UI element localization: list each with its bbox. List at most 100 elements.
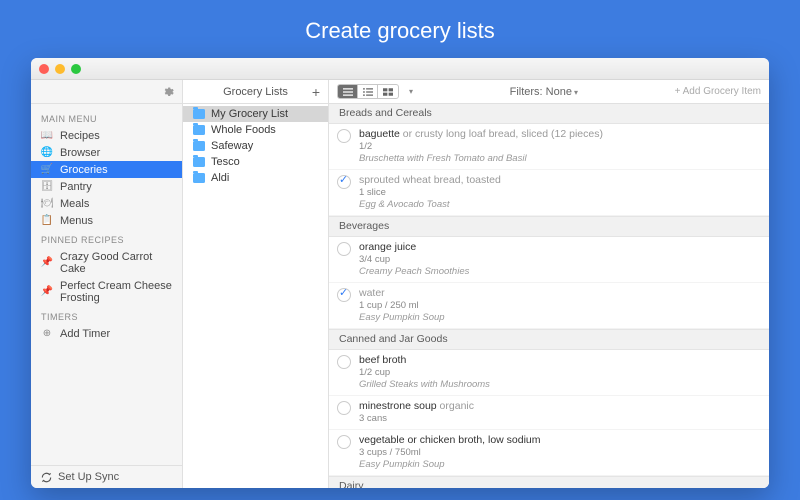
grocery-item-quantity: 1 slice (359, 187, 759, 199)
checkbox[interactable] (337, 435, 351, 449)
checkbox[interactable] (337, 288, 351, 302)
folder-icon (193, 125, 205, 135)
main-toolbar: ▾ Filters: None▾ + Add Grocery Item (329, 80, 769, 104)
grocery-item[interactable]: beef broth1/2 cupGrilled Steaks with Mus… (329, 350, 769, 396)
main-pane: ▾ Filters: None▾ + Add Grocery Item Brea… (329, 80, 769, 488)
sidebar-item-browser[interactable]: 🌐 Browser (31, 144, 182, 161)
list-item-safeway[interactable]: Safeway (183, 138, 328, 154)
view-mode-dropdown[interactable]: ▾ (409, 87, 413, 96)
grocery-item-title: baguette or crusty long loaf bread, slic… (359, 128, 759, 141)
sidebar-item-menus[interactable]: 📋 Menus (31, 212, 182, 229)
close-icon[interactable] (39, 64, 49, 74)
sidebar-item-groceries[interactable]: 🛒 Groceries (31, 161, 182, 178)
list-item-label: Safeway (211, 140, 253, 152)
grocery-item-title: water (359, 287, 759, 300)
list-item-tesco[interactable]: Tesco (183, 154, 328, 170)
globe-icon: 🌐 (41, 147, 53, 158)
view-list-icon[interactable] (338, 85, 358, 98)
list-item-label: Aldi (211, 172, 229, 184)
folder-icon (193, 157, 205, 167)
grocery-item[interactable]: orange juice3/4 cupCreamy Peach Smoothie… (329, 237, 769, 283)
grocery-item-source: Easy Pumpkin Soup (359, 459, 759, 471)
sidebar-item-pantry[interactable]: 🗄 Pantry (31, 178, 182, 195)
grocery-item[interactable]: minestrone soup organic3 cans (329, 396, 769, 430)
checkbox[interactable] (337, 242, 351, 256)
book-icon: 📖 (41, 130, 53, 141)
cart-icon: 🛒 (41, 164, 53, 175)
view-grid-icon[interactable] (378, 85, 398, 98)
gear-icon[interactable] (162, 86, 174, 98)
checkbox[interactable] (337, 355, 351, 369)
list-item-label: Whole Foods (211, 124, 276, 136)
grocery-item[interactable]: water1 cup / 250 mlEasy Pumpkin Soup (329, 283, 769, 329)
sidebar-toolbar (31, 80, 182, 104)
sidebar-item-label: Groceries (60, 164, 108, 176)
list-item-whole-foods[interactable]: Whole Foods (183, 122, 328, 138)
sidebar-item-label: Recipes (60, 130, 100, 142)
sidebar-item-label: Pantry (60, 181, 92, 193)
list-item-my-grocery-list[interactable]: My Grocery List (183, 106, 328, 122)
grocery-lists-column: Grocery Lists + My Grocery List Whole Foo… (183, 80, 329, 488)
pin-icon: 📌 (41, 286, 53, 297)
grocery-item-source: Easy Pumpkin Soup (359, 312, 759, 324)
zoom-icon[interactable] (71, 64, 81, 74)
grocery-item[interactable]: baguette or crusty long loaf bread, slic… (329, 124, 769, 170)
sidebar-item-label: Menus (60, 215, 93, 227)
sidebar-item-label: Browser (60, 147, 100, 159)
list-item-label: Tesco (211, 156, 240, 168)
minimize-icon[interactable] (55, 64, 65, 74)
titlebar (31, 58, 769, 80)
grocery-item-quantity: 3 cups / 750ml (359, 447, 759, 459)
checkbox[interactable] (337, 129, 351, 143)
sidebar-item-add-timer[interactable]: ⊕ Add Timer (31, 325, 182, 342)
sidebar: MAIN MENU 📖 Recipes 🌐 Browser 🛒 Groceries 🗄 Pant… (31, 80, 183, 488)
grocery-item-quantity: 3 cans (359, 413, 759, 425)
filter-button[interactable]: Filters: None▾ (421, 86, 667, 98)
checkbox[interactable] (337, 401, 351, 415)
pantry-icon: 🗄 (41, 181, 53, 192)
calendar-icon: 🍽 (41, 198, 53, 209)
checkbox[interactable] (337, 175, 351, 189)
sidebar-item-label: Perfect Cream Cheese Frosting (60, 280, 172, 304)
sidebar-heading: TIMERS (31, 306, 182, 325)
grocery-item-title: beef broth (359, 354, 759, 367)
grocery-item-source: Grilled Steaks with Mushrooms (359, 379, 759, 391)
pin-icon: 📌 (41, 257, 53, 268)
sidebar-item-meals[interactable]: 🍽Meals (31, 195, 182, 212)
sidebar-item-perfect-cream-cheese-frosting[interactable]: 📌 Perfect Cream Cheese Frosting (31, 277, 182, 306)
list-item-aldi[interactable]: Aldi (183, 170, 328, 186)
grocery-item[interactable]: vegetable or chicken broth, low sodium3 … (329, 430, 769, 476)
sidebar-item-label: Add Timer (60, 328, 110, 340)
grocery-section-header: Canned and Jar Goods (329, 329, 769, 350)
grocery-item-title: sprouted wheat bread, toasted (359, 174, 759, 187)
grocery-item-source: Bruschetta with Fresh Tomato and Basil (359, 153, 759, 165)
add-grocery-item-button[interactable]: + Add Grocery Item (675, 86, 761, 97)
window-controls[interactable] (39, 64, 81, 74)
grocery-item-source: Egg & Avocado Toast (359, 199, 759, 211)
view-mode-segment[interactable] (337, 84, 399, 99)
sidebar-item-recipes[interactable]: 📖 Recipes (31, 127, 182, 144)
grocery-section-header: Beverages (329, 216, 769, 237)
grocery-lists-title: Grocery Lists (223, 86, 288, 98)
setup-sync-label: Set Up Sync (58, 471, 119, 483)
folder-icon (193, 141, 205, 151)
sidebar-heading: MAIN MENU (31, 108, 182, 127)
grocery-item-quantity: 1 cup / 250 ml (359, 300, 759, 312)
grocery-item-title: minestrone soup organic (359, 400, 759, 413)
folder-icon (193, 109, 205, 119)
hero-title: Create grocery lists (0, 0, 800, 58)
menu-icon: 📋 (41, 215, 53, 226)
grocery-lists-header: Grocery Lists + (183, 80, 328, 104)
plus-circle-icon: ⊕ (41, 328, 53, 339)
grocery-item-quantity: 1/2 (359, 141, 759, 153)
grocery-section-header: Dairy (329, 476, 769, 488)
grocery-section-header: Breads and Cereals (329, 104, 769, 124)
sidebar-footer[interactable]: Set Up Sync (31, 465, 182, 488)
grocery-item-title: orange juice (359, 241, 759, 254)
sidebar-item-crazy-good-carrot-cake[interactable]: 📌Crazy Good Carrot Cake (31, 248, 182, 277)
grocery-item-title: vegetable or chicken broth, low sodium (359, 434, 759, 447)
view-compact-icon[interactable] (358, 85, 378, 98)
sync-icon (41, 472, 52, 483)
grocery-item[interactable]: sprouted wheat bread, toasted1 sliceEgg … (329, 170, 769, 216)
add-list-button[interactable]: + (312, 84, 320, 100)
